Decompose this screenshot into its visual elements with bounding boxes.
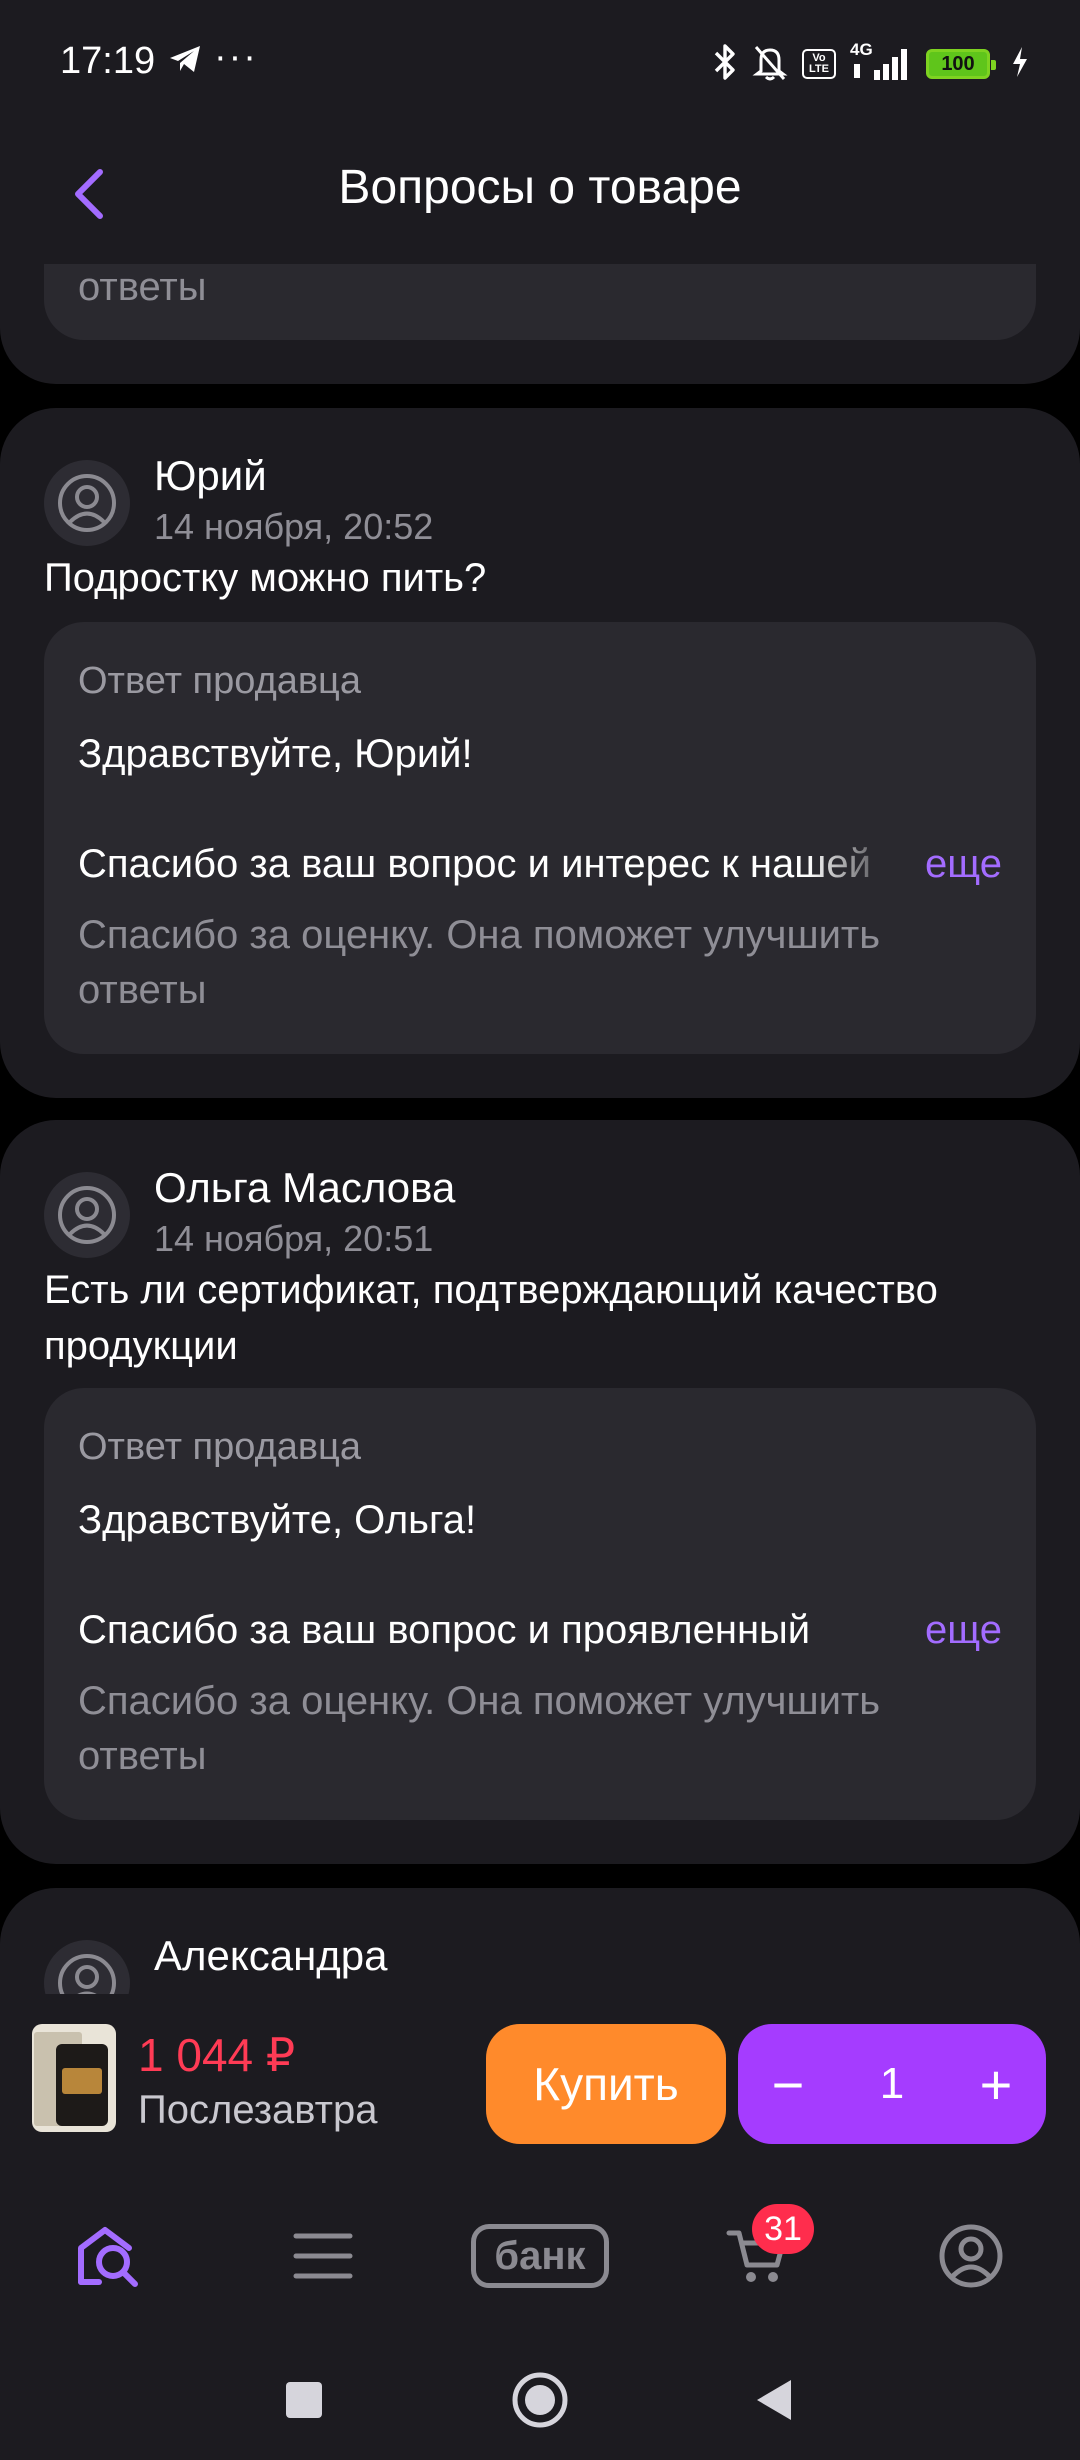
rating-line: ответы bbox=[78, 1734, 207, 1778]
user-avatar-icon bbox=[58, 474, 116, 532]
cart-badge: 31 bbox=[752, 2204, 814, 2254]
answer-label: Ответ продавца bbox=[78, 1426, 361, 1468]
signal-4g-icon: 4G bbox=[850, 40, 912, 82]
delivery-date: Послезавтра bbox=[138, 2088, 378, 2132]
back-triangle-icon bbox=[757, 2380, 791, 2420]
rating-text: Спасибо за оценку. Она поможет улучшить … bbox=[78, 1674, 978, 1784]
seller-answer: Ответ продавца Здравствуйте, Ольга! Спас… bbox=[44, 1388, 1036, 1820]
tab-home[interactable] bbox=[64, 2216, 154, 2296]
answer-greeting: Здравствуйте, Ольга! bbox=[78, 1498, 477, 1542]
back-nav-button[interactable] bbox=[734, 2360, 814, 2440]
answer-greeting: Здравствуйте, Юрий! bbox=[78, 732, 473, 776]
avatar bbox=[44, 1172, 130, 1258]
author-name: Александра bbox=[154, 1932, 388, 1979]
question-text: Есть ли сертификат, подтверждающий качес… bbox=[44, 1262, 1036, 1374]
rating-text: Спасибо за оценку. Она поможет улучшить … bbox=[78, 908, 978, 1018]
buy-bar: 1 044 ₽ Послезавтра Купить − 1 + bbox=[0, 1994, 1080, 2174]
increase-button[interactable]: + bbox=[946, 2024, 1046, 2144]
telegram-icon bbox=[168, 44, 202, 79]
avatar bbox=[44, 1940, 130, 1994]
bank-icon: банк bbox=[471, 2224, 609, 2288]
decrease-button[interactable]: − bbox=[738, 2024, 838, 2144]
seller-answer: Ответ продавца Здравствуйте, Юрий! Спаси… bbox=[44, 622, 1036, 1054]
question-card: Ольга Маслова 14 ноября, 20:51 Есть ли с… bbox=[0, 1120, 1080, 1864]
buy-button[interactable]: Купить bbox=[486, 2024, 726, 2144]
question-line: продукции bbox=[44, 1324, 238, 1368]
quantity-stepper: − 1 + bbox=[738, 2024, 1046, 2144]
answer-label: Ответ продавца bbox=[78, 660, 361, 702]
product-price: 1 044 ₽ bbox=[138, 2029, 296, 2081]
question-card: ответы bbox=[0, 264, 1080, 384]
seller-answer: ответы bbox=[44, 264, 1036, 340]
system-nav-bar bbox=[0, 2336, 1080, 2460]
more-link[interactable]: еще bbox=[925, 842, 1002, 887]
author-name: Юрий bbox=[154, 452, 267, 499]
author-name: Ольга Маслова bbox=[154, 1164, 456, 1211]
tab-bank[interactable]: банк bbox=[470, 2216, 610, 2296]
status-time: 17:19 bbox=[60, 40, 156, 82]
quantity-value: 1 bbox=[879, 2059, 905, 2108]
question-date: 14 ноября, 20:51 bbox=[154, 1218, 434, 1259]
tab-catalog[interactable] bbox=[278, 2216, 368, 2296]
question-text: Подростку можно пить? bbox=[44, 556, 487, 600]
bottom-tab-bar: банк 31 bbox=[0, 2174, 1080, 2336]
charging-icon bbox=[1010, 45, 1030, 84]
rating-text: ответы bbox=[78, 265, 207, 309]
volte-label: Vo LTE bbox=[809, 52, 829, 75]
product-thumbnail[interactable] bbox=[32, 2024, 116, 2132]
questions-feed[interactable]: ответы Юрий 14 ноября, 20:52 Подростку м… bbox=[0, 264, 1080, 1994]
question-card: Юрий 14 ноября, 20:52 Подростку можно пи… bbox=[0, 408, 1080, 1098]
home-circle-icon bbox=[512, 2372, 568, 2428]
question-card: Александра bbox=[0, 1888, 1080, 1994]
rating-line: Спасибо за оценку. Она поможет улучшить bbox=[78, 913, 881, 957]
status-bar: 17:19 ··· Vo LTE 4G 100 bbox=[0, 0, 1080, 126]
question-line: Есть ли сертификат, подтверждающий качес… bbox=[44, 1268, 938, 1312]
answer-preview: Спасибо за ваш вопрос и интерес к нашей bbox=[78, 842, 898, 887]
app-header: Вопросы о товаре bbox=[0, 126, 1080, 264]
battery-icon: 100 bbox=[926, 49, 996, 79]
rating-line: ответы bbox=[78, 968, 207, 1012]
avatar bbox=[44, 460, 130, 546]
more-dots-icon: ··· bbox=[214, 36, 258, 78]
recents-button[interactable] bbox=[264, 2360, 344, 2440]
user-avatar-icon bbox=[58, 1954, 116, 1994]
status-icons: Vo LTE 4G 100 bbox=[712, 40, 1030, 86]
profile-icon bbox=[939, 2224, 1003, 2288]
bell-off-icon bbox=[752, 43, 788, 86]
bluetooth-icon bbox=[712, 43, 738, 86]
more-link[interactable]: еще bbox=[925, 1608, 1002, 1653]
product-label-shape bbox=[62, 2068, 102, 2094]
volte-icon: Vo LTE bbox=[802, 49, 836, 79]
rating-line: Спасибо за оценку. Она поможет улучшить bbox=[78, 1679, 881, 1723]
home-search-icon bbox=[78, 2227, 138, 2287]
tab-profile[interactable] bbox=[926, 2216, 1016, 2296]
question-date: 14 ноября, 20:52 bbox=[154, 506, 434, 547]
answer-preview: Спасибо за ваш вопрос и проявленный bbox=[78, 1608, 898, 1653]
home-button[interactable] bbox=[500, 2360, 580, 2440]
recents-square-icon bbox=[286, 2382, 322, 2418]
page-title: Вопросы о товаре bbox=[338, 161, 742, 214]
catalog-menu-icon bbox=[293, 2233, 353, 2279]
user-avatar-icon bbox=[58, 1186, 116, 1244]
